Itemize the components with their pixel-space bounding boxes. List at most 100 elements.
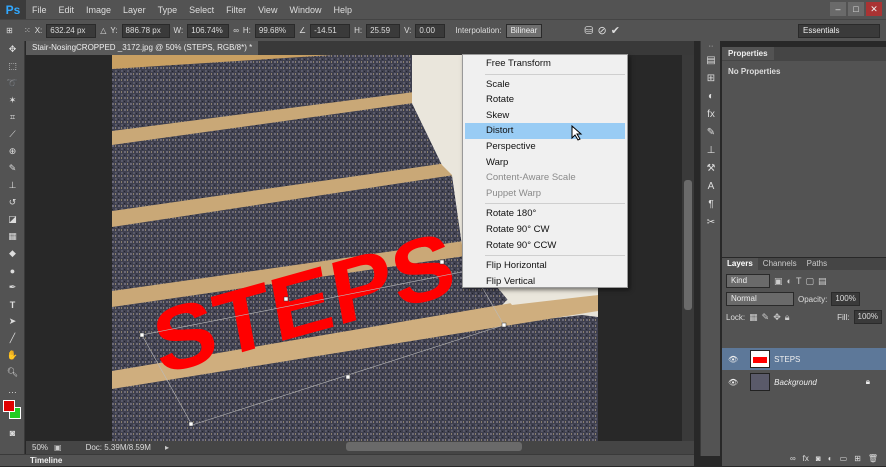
transform-handle[interactable] [439,259,445,265]
menu-select[interactable]: Select [183,5,220,15]
document-tab[interactable]: Stair-NosingCROPPED _3172.jpg @ 50% (STE… [26,41,258,66]
brush-tool-icon[interactable]: ✎ [0,160,25,177]
angle-field[interactable]: -14.51 [310,23,351,38]
lasso-tool-icon[interactable]: ➰ [0,75,25,92]
transform-handle[interactable] [501,322,507,328]
marquee-tool-icon[interactable]: ⬚ [0,58,25,75]
delta-icon[interactable]: △ [100,26,106,35]
filter-adjust-icon[interactable]: ◐ [787,276,792,286]
tool-presets-panel-icon[interactable]: ⚒ [701,159,721,177]
properties-tab[interactable]: Properties [722,47,774,60]
menu-filter[interactable]: Filter [220,5,252,15]
visibility-eye-icon[interactable]: 👁︎ [728,355,738,364]
healing-brush-tool-icon[interactable]: ⊕ [0,143,25,160]
gradient-tool-icon[interactable]: ▦ [0,228,25,245]
vskew-field[interactable]: 0.00 [415,23,446,38]
menu-item-free-transform[interactable]: Free Transform [463,56,627,72]
menu-item-scale[interactable]: Scale [463,77,627,93]
swatches-panel-icon[interactable]: ⊞ [701,69,721,87]
type-tool-icon[interactable]: T [0,296,25,313]
layer-row-steps[interactable]: 👁︎ STEPS [722,348,886,370]
crop-tool-icon[interactable]: ⌗ [0,109,25,126]
history-panel-icon[interactable]: ▤ [701,51,721,69]
hand-tool-icon[interactable]: ✋ [0,347,25,364]
lock-position-icon[interactable]: ✥ [773,312,781,323]
height-field[interactable]: 99.68% [254,23,295,38]
menu-item-rotate[interactable]: Rotate [463,92,627,108]
transform-handle[interactable] [283,296,289,302]
transform-tool-icon[interactable]: ⊞ [6,26,20,35]
menu-image[interactable]: Image [80,5,117,15]
filter-kind-select[interactable]: Kind [726,274,770,288]
tab-paths[interactable]: Paths [802,258,832,270]
tab-layers[interactable]: Layers [722,258,758,270]
clone-stamp-tool-icon[interactable]: ⊥ [0,177,25,194]
visibility-eye-icon[interactable]: 👁︎ [728,378,738,387]
pen-tool-icon[interactable]: ✒ [0,279,25,296]
filter-image-icon[interactable]: ▣ [774,276,783,287]
menu-type[interactable]: Type [152,5,184,15]
x-field[interactable]: 632.24 px [46,23,97,38]
close-button[interactable]: ✕ [866,2,882,16]
menu-item-rotate-90-cw[interactable]: Rotate 90° CW [463,222,627,238]
link-icon[interactable]: ∞ [233,26,239,35]
brush-panel-icon[interactable]: ✎ [701,123,721,141]
adjustments-panel-icon[interactable]: ◐ [701,87,721,105]
blur-tool-icon[interactable]: ◆ [0,245,25,262]
menu-item-rotate-180[interactable]: Rotate 180° [463,206,627,222]
new-adjustment-icon[interactable]: ◐ [828,454,833,466]
opacity-field[interactable]: 100% [831,292,860,306]
menu-layer[interactable]: Layer [117,5,152,15]
move-tool-icon[interactable]: ✥ [0,41,25,58]
hskew-field[interactable]: 25.59 [366,23,401,38]
status-menu-icon[interactable]: ▣ [54,443,62,452]
filter-type-icon[interactable]: T [796,276,802,286]
status-arrow-icon[interactable]: ▸ [165,443,169,452]
lock-all-icon[interactable]: 🔒︎ [785,312,790,323]
menu-item-warp[interactable]: Warp [463,155,627,171]
tab-channels[interactable]: Channels [758,258,802,270]
transform-handle[interactable] [139,332,145,338]
menu-item-rotate-90-ccw[interactable]: Rotate 90° CCW [463,238,627,254]
menu-item-flip-vertical[interactable]: Flip Vertical [463,274,627,290]
menu-item-perspective[interactable]: Perspective [463,139,627,155]
minimize-button[interactable]: – [830,2,846,16]
dodge-tool-icon[interactable]: ● [0,262,25,279]
reference-point-icon[interactable]: ⁙ [24,26,31,35]
width-field[interactable]: 106.74% [187,23,230,38]
fill-field[interactable]: 100% [853,310,882,324]
quick-mask-icon[interactable]: ◙ [0,424,25,441]
maximize-button[interactable]: □ [848,2,864,16]
horizontal-scroll-thumb[interactable] [346,442,522,451]
filter-shape-icon[interactable]: ▢ [805,276,814,287]
filter-smart-icon[interactable]: ▤ [818,276,827,287]
menu-item-distort[interactable]: Distort [465,123,625,139]
transform-handle[interactable] [188,421,194,427]
history-brush-tool-icon[interactable]: ↺ [0,194,25,211]
cancel-transform-icon[interactable]: ⊘ [598,24,607,37]
warp-mode-icon[interactable]: ⛁ [584,24,593,37]
menu-item-flip-horizontal[interactable]: Flip Horizontal [463,258,627,274]
foreground-color-swatch[interactable] [3,400,15,412]
layer-row-background[interactable]: 👁︎ Background 🔒︎ [722,371,886,393]
paragraph-panel-icon[interactable]: ¶ [701,195,721,213]
styles-panel-icon[interactable]: fx [701,105,721,123]
menu-file[interactable]: File [26,5,53,15]
magic-wand-tool-icon[interactable]: ✶ [0,92,25,109]
tools-panel-icon[interactable]: ✂ [701,213,721,231]
lock-transparent-icon[interactable]: ▦ [749,312,758,323]
character-panel-icon[interactable]: A [701,177,721,195]
zoom-tool-icon[interactable]: 🔍︎ [0,364,25,381]
line-tool-icon[interactable]: ╱ [0,330,25,347]
add-mask-icon[interactable]: ◙ [816,454,821,466]
new-group-icon[interactable]: ▭ [840,454,848,466]
new-layer-icon[interactable]: ⊞ [854,454,861,466]
menu-window[interactable]: Window [283,5,327,15]
commit-transform-icon[interactable]: ✔ [611,24,620,37]
menu-edit[interactable]: Edit [53,5,81,15]
zoom-level[interactable]: 50% [32,443,48,452]
menu-view[interactable]: View [252,5,283,15]
interpolation-select[interactable]: Bilinear [505,23,543,38]
eyedropper-tool-icon[interactable]: ⟋ [0,126,25,143]
eraser-tool-icon[interactable]: ◪ [0,211,25,228]
